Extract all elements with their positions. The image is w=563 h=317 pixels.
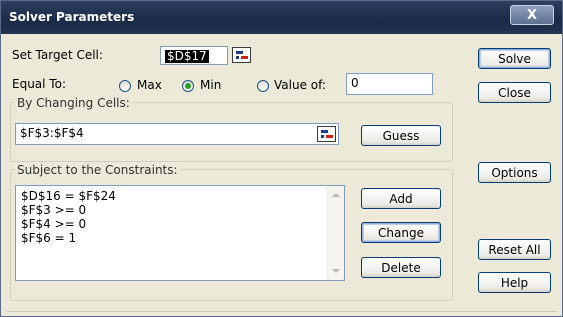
target-cell-value: $D$17 xyxy=(165,49,209,63)
bottom-divider xyxy=(7,311,556,312)
target-cell-field[interactable]: $D$17 xyxy=(160,46,228,65)
constraints-label: Subject to the Constraints: xyxy=(15,163,180,177)
radio-value-of[interactable] xyxy=(257,80,269,92)
changing-cells-label: By Changing Cells: xyxy=(15,96,132,110)
scroll-up-arrow-icon[interactable] xyxy=(332,193,340,197)
constraints-list[interactable]: $D$16 = $F$24 $F$3 >= 0 $F$4 >= 0 $F$6 =… xyxy=(15,185,345,281)
radio-max-label: Max xyxy=(137,78,162,92)
changing-cells-field[interactable]: $F$3:$F$4 xyxy=(15,123,339,145)
dialog-title: Solver Parameters xyxy=(9,10,135,24)
close-window-button[interactable]: X xyxy=(510,5,554,25)
dialog-body: Set Target Cell: $D$17 Equal To: Max Min… xyxy=(7,34,556,312)
constraints-scrollbar[interactable] xyxy=(327,186,344,280)
radio-value-of-label: Value of: xyxy=(274,78,326,92)
reset-all-button[interactable]: Reset All xyxy=(478,239,551,260)
guess-button[interactable]: Guess xyxy=(361,125,441,146)
constraint-item[interactable]: $D$16 = $F$24 xyxy=(21,189,116,203)
constraint-item[interactable]: $F$3 >= 0 xyxy=(21,203,86,217)
radio-min-label: Min xyxy=(200,78,222,92)
delete-button[interactable]: Delete xyxy=(361,257,441,278)
help-button[interactable]: Help xyxy=(478,272,551,293)
cell-reference-icon[interactable] xyxy=(317,126,336,142)
title-bar[interactable]: Solver Parameters X xyxy=(1,1,562,34)
solve-button[interactable]: Solve xyxy=(478,48,551,69)
constraint-item[interactable]: $F$6 = 1 xyxy=(21,231,76,245)
value-of-field[interactable]: 0 xyxy=(346,73,433,95)
target-cell-label: Set Target Cell: xyxy=(12,48,103,62)
scroll-down-arrow-icon[interactable] xyxy=(332,269,340,273)
cell-reference-icon[interactable] xyxy=(232,47,251,63)
add-button[interactable]: Add xyxy=(361,188,441,209)
radio-min[interactable] xyxy=(182,80,194,92)
radio-max[interactable] xyxy=(119,80,131,92)
change-button[interactable]: Change xyxy=(361,222,441,243)
close-button[interactable]: Close xyxy=(478,82,551,103)
options-button[interactable]: Options xyxy=(478,162,551,183)
equal-to-label: Equal To: xyxy=(12,77,66,91)
close-icon: X xyxy=(526,7,538,23)
constraint-item[interactable]: $F$4 >= 0 xyxy=(21,217,86,231)
solver-dialog: Solver Parameters X Set Target Cell: $D$… xyxy=(0,0,563,317)
